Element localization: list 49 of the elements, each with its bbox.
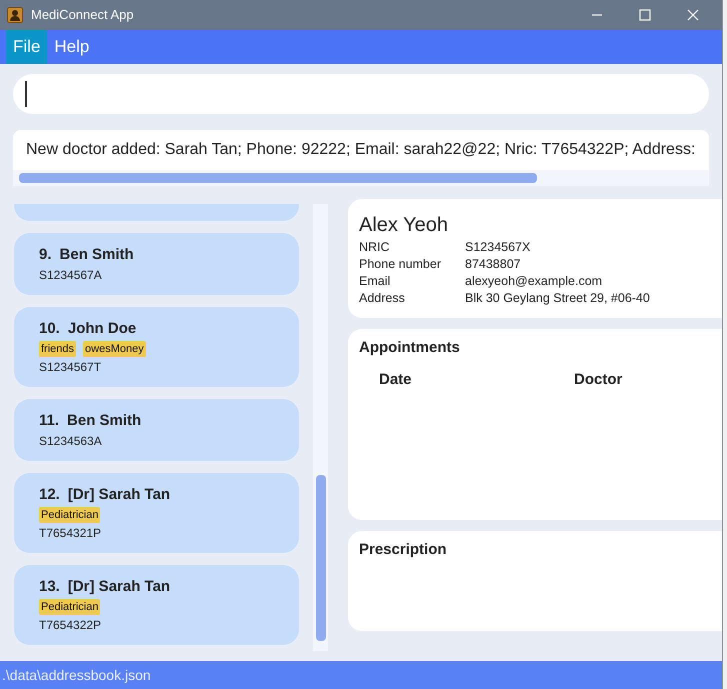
field-value: S1234567X xyxy=(465,239,532,256)
command-input-field[interactable] xyxy=(13,74,709,114)
nric-text: T7654321P xyxy=(39,525,102,541)
column-header: Date xyxy=(379,370,413,390)
card-index: 9. xyxy=(39,245,52,265)
person-name: John Doe xyxy=(68,319,136,339)
nric-text: T7654322P xyxy=(39,617,102,633)
menu-item[interactable]: Help xyxy=(47,30,96,64)
field-label: Phone number xyxy=(359,256,442,273)
tag: owesMoney xyxy=(83,341,146,357)
person-card[interactable]: 9. Ben Smith S1234567A xyxy=(14,233,299,295)
tag: Pediatrician xyxy=(39,599,100,615)
patient-name: Alex Yeoh xyxy=(359,213,449,238)
field-label: NRIC xyxy=(359,239,391,256)
nric-text: S1234563A xyxy=(39,433,103,449)
section-title: Prescription xyxy=(359,540,448,560)
vertical-scrollbar-thumb[interactable] xyxy=(316,475,326,641)
section-title: Appointments xyxy=(359,338,461,358)
card-index: 11. xyxy=(39,411,60,431)
tag: friends xyxy=(39,341,76,357)
card-index: 10. xyxy=(39,319,60,339)
person-card[interactable] xyxy=(14,204,299,221)
nric-text: S1234567T xyxy=(39,359,102,375)
person-name: [Dr] Sarah Tan xyxy=(68,485,170,505)
person-name: Ben Smith xyxy=(60,245,134,265)
field-value: 87438807 xyxy=(465,256,522,273)
person-card[interactable]: 11. Ben Smith S1234563A xyxy=(14,399,299,461)
field-label: Email xyxy=(359,273,392,290)
nric-text: S1234567A xyxy=(39,267,103,283)
text-cursor xyxy=(25,81,27,107)
card-index: 12. xyxy=(39,485,60,505)
status-bar-text: .\data\addressbook.json xyxy=(2,666,151,685)
column-header: Doctor xyxy=(574,370,624,390)
field-value: alexyeoh@example.com xyxy=(465,273,604,290)
card-index: 13. xyxy=(39,577,60,597)
field-value: Blk 30 Geylang Street 29, #06-40 xyxy=(465,290,651,307)
person-name: [Dr] Sarah Tan xyxy=(68,577,170,597)
person-name: Ben Smith xyxy=(67,411,142,431)
person-card[interactable]: 10. John Doe friends owesMoney S1234567T xyxy=(14,307,299,387)
result-message: New doctor added: Sarah Tan; Phone: 92222; Email: sarah22@22; Nric: T7654322P; Address: xyxy=(26,140,696,160)
person-card[interactable]: 12. [Dr] Sarah Tan Pediatrician T7654321P xyxy=(14,473,299,553)
window-title: MediConnect App xyxy=(31,6,135,24)
tag: Pediatrician xyxy=(39,507,100,523)
person-card[interactable]: 13. [Dr] Sarah Tan Pediatrician T7654322P xyxy=(14,565,299,645)
maximize-icon[interactable] xyxy=(639,9,651,21)
field-label: Address xyxy=(359,290,406,307)
close-icon[interactable] xyxy=(687,9,699,21)
horizontal-scrollbar-thumb[interactable] xyxy=(19,173,537,183)
app-icon xyxy=(7,7,23,23)
